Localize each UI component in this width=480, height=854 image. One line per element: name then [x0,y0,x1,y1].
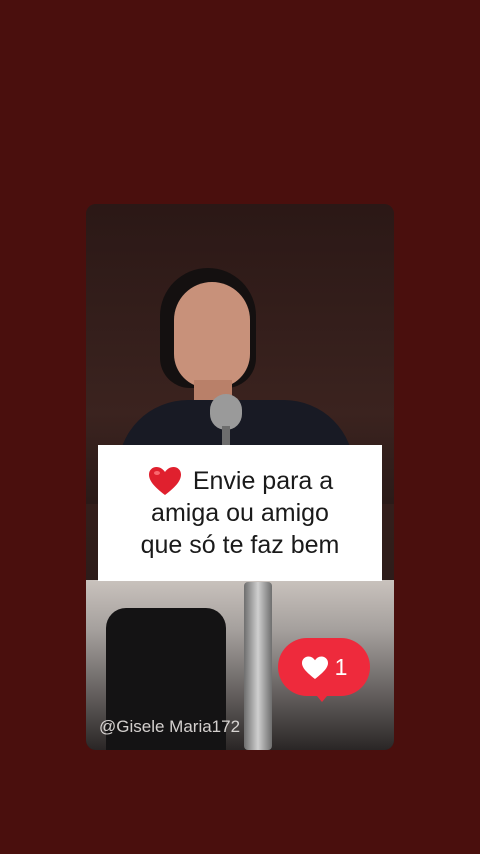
speaker-face [174,282,250,388]
heart-emoji-icon [148,467,181,495]
caption-line-1: Envie para a [147,465,333,497]
creator-watermark: @Gisele Maria172 [99,717,241,736]
caption-text-3: que só te faz bem [140,531,340,559]
microphone [210,394,242,430]
microphone-pole [244,582,272,750]
like-count: 1 [334,653,348,680]
like-badge[interactable]: 1 [278,638,370,696]
caption-text-2: amiga ou amigo [151,499,329,527]
heart-icon [301,656,328,679]
like-badge-tail [312,690,332,702]
caption-box: Envie para a amiga ou amigo que só te fa… [98,445,382,581]
caption-text-1: Envie para a [192,467,334,495]
